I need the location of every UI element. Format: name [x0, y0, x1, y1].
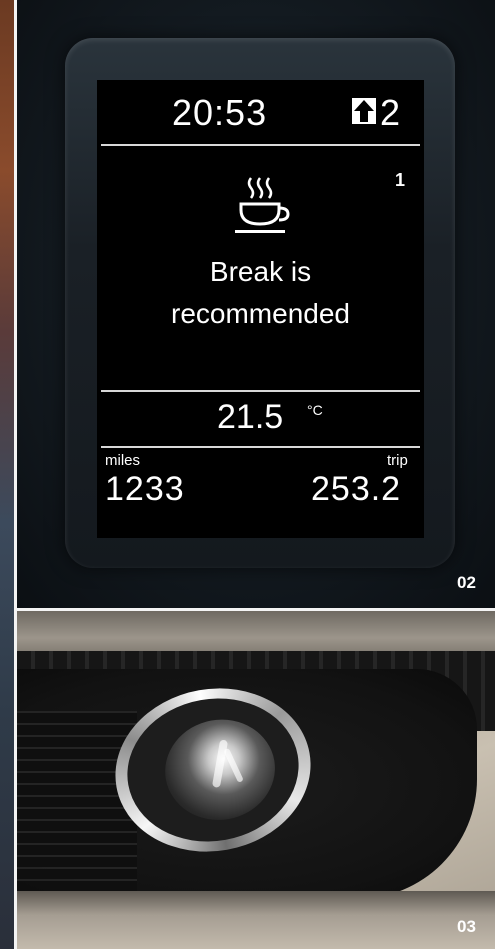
bumper-band	[17, 611, 495, 656]
gear-shift-up-icon	[352, 98, 376, 124]
clock-time: 20:53	[172, 92, 268, 133]
trip-label: trip	[387, 452, 408, 469]
odometer-value: 1233	[105, 470, 185, 508]
gear-indicator: 2	[380, 92, 401, 133]
dashboard-photo: 20:53 2 1 Break is recommended 21.5 °C m…	[17, 0, 495, 608]
fog-light-photo: 03	[17, 611, 495, 949]
outside-temperature: 21.5	[217, 398, 284, 436]
bottom-divider-line	[101, 446, 420, 448]
fog-lamp-lens	[157, 710, 283, 829]
odometer-label: miles	[105, 452, 141, 469]
panel-number-badge: 03	[457, 917, 476, 936]
message-line-1: Break is	[209, 256, 312, 287]
lower-bumper-lip	[17, 891, 495, 949]
honeycomb-grille	[17, 711, 137, 891]
left-photo-strip	[0, 0, 14, 949]
trip-value: 253.2	[311, 470, 402, 508]
top-divider-line	[101, 144, 420, 146]
message-counter: 1	[395, 170, 406, 190]
coffee-cup-icon	[235, 177, 290, 233]
message-line-2: recommended	[171, 298, 350, 329]
mid-divider-line	[101, 390, 420, 392]
display-screen: 20:53 2 1 Break is recommended 21.5 °C m…	[97, 80, 424, 538]
panel-number-badge: 02	[457, 573, 476, 592]
temperature-unit: °C	[307, 402, 323, 418]
